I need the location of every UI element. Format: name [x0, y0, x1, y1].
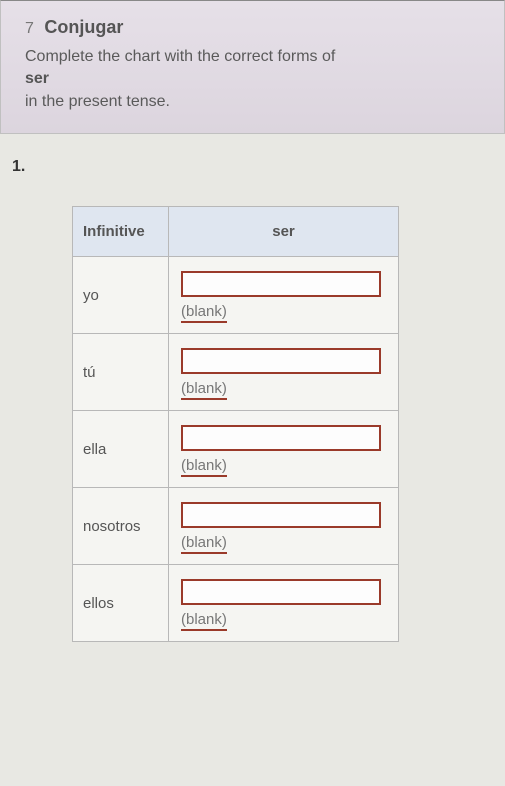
blank-label: (blank) [181, 457, 227, 477]
answer-cell: (blank) [169, 257, 399, 334]
instruction-verb: ser [25, 68, 484, 90]
table-row: nosotros (blank) [73, 488, 399, 565]
answer-input-yo[interactable] [181, 271, 381, 297]
answer-cell: (blank) [169, 334, 399, 411]
header-infinitive: Infinitive [73, 207, 169, 257]
header-verb: ser [169, 207, 399, 257]
instruction-text-1: Complete the chart with the correct form… [25, 48, 335, 65]
answer-input-ella[interactable] [181, 425, 381, 451]
conjugation-table: Infinitive ser yo (blank) tú (blank) e [72, 206, 399, 642]
pronoun-cell: ellos [73, 565, 169, 642]
table-row: ella (blank) [73, 411, 399, 488]
blank-label: (blank) [181, 611, 227, 631]
answer-input-tu[interactable] [181, 348, 381, 374]
pronoun-cell: yo [73, 257, 169, 334]
exercise-instructions: Complete the chart with the correct form… [25, 46, 484, 113]
exercise-title: Conjugar [44, 17, 123, 38]
exercise-header: 7 Conjugar Complete the chart with the c… [0, 0, 505, 134]
table-row: tú (blank) [73, 334, 399, 411]
exercise-number: 7 [25, 20, 34, 38]
pronoun-cell: tú [73, 334, 169, 411]
answer-cell: (blank) [169, 488, 399, 565]
answer-input-ellos[interactable] [181, 579, 381, 605]
blank-label: (blank) [181, 380, 227, 400]
answer-cell: (blank) [169, 411, 399, 488]
exercise-heading: 7 Conjugar [25, 17, 484, 38]
answer-cell: (blank) [169, 565, 399, 642]
conjugation-table-wrap: Infinitive ser yo (blank) tú (blank) e [72, 206, 505, 642]
blank-label: (blank) [181, 303, 227, 323]
table-row: ellos (blank) [73, 565, 399, 642]
pronoun-cell: nosotros [73, 488, 169, 565]
pronoun-cell: ella [73, 411, 169, 488]
question-number: 1. [12, 158, 505, 176]
answer-input-nosotros[interactable] [181, 502, 381, 528]
table-row: yo (blank) [73, 257, 399, 334]
instruction-text-2: in the present tense. [25, 91, 484, 113]
table-header-row: Infinitive ser [73, 207, 399, 257]
blank-label: (blank) [181, 534, 227, 554]
